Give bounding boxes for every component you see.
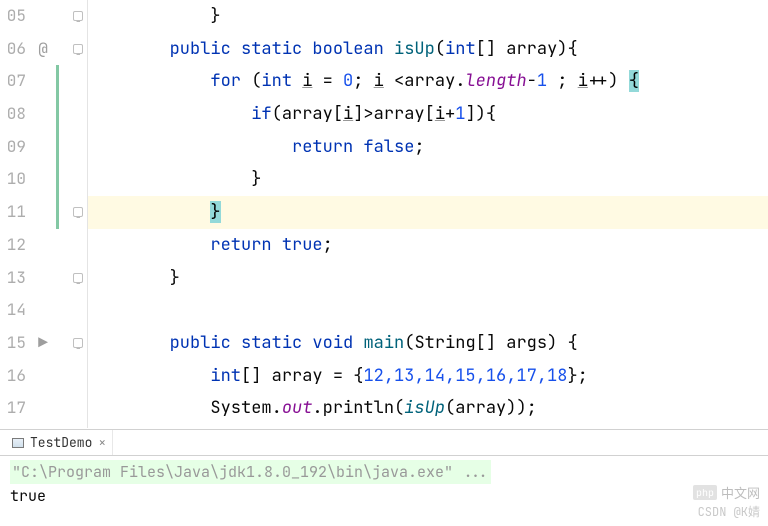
line-number: 06 — [0, 33, 26, 66]
code-line[interactable]: System.out.println(isUp(array)); — [88, 392, 768, 425]
fold-icon[interactable] — [73, 207, 83, 217]
code-line[interactable]: public static boolean isUp(int[] array){ — [88, 33, 768, 66]
vcs-change-marker — [56, 196, 59, 229]
code-line[interactable]: } — [88, 0, 768, 33]
fold-icon[interactable] — [73, 11, 83, 21]
code-line[interactable]: } — [88, 163, 768, 196]
close-icon[interactable]: × — [98, 434, 106, 451]
console-output[interactable]: "C:\Program Files\Java\jdk1.8.0_192\bin\… — [0, 456, 768, 512]
line-number: 05 — [0, 0, 26, 33]
line-number: 17 — [0, 392, 26, 425]
code-line[interactable]: } — [88, 196, 768, 229]
vcs-change-marker — [56, 65, 59, 98]
line-number: 11 — [0, 196, 26, 229]
fold-icon[interactable] — [73, 273, 83, 283]
code-line[interactable]: public static void main(String[] args) { — [88, 327, 768, 360]
run-tab-label: TestDemo — [30, 434, 92, 451]
run-tabs: TestDemo × — [0, 430, 768, 456]
override-icon[interactable]: @ — [30, 33, 56, 66]
run-gutter-icon[interactable]: ▶ — [30, 327, 56, 360]
console-stdout: true — [10, 486, 46, 506]
watermark-logo: php — [693, 485, 717, 500]
code-line[interactable]: if(array[i]>array[i+1]){ — [88, 98, 768, 131]
annotation-gutter: @ ▶ — [30, 0, 56, 428]
code-line[interactable]: return false; — [88, 131, 768, 164]
watermark-text: 中文网 — [721, 483, 760, 502]
line-number: 14 — [0, 294, 26, 327]
code-line[interactable] — [88, 294, 768, 327]
fold-icon[interactable] — [73, 338, 83, 348]
code-line[interactable]: return true; — [88, 229, 768, 262]
csdn-watermark: CSDN @K婧 — [698, 503, 760, 520]
code-area[interactable]: } public static boolean isUp(int[] array… — [88, 0, 768, 428]
line-number: 08 — [0, 98, 26, 131]
vcs-change-marker — [56, 131, 59, 164]
line-number: 09 — [0, 131, 26, 164]
line-number: 15 — [0, 327, 26, 360]
fold-gutter — [68, 0, 88, 428]
line-number: 07 — [0, 65, 26, 98]
line-number: 16 — [0, 360, 26, 393]
code-line[interactable]: } — [88, 262, 768, 295]
console-command: "C:\Program Files\Java\jdk1.8.0_192\bin\… — [10, 460, 491, 484]
run-tool-window[interactable]: TestDemo × "C:\Program Files\Java\jdk1.8… — [0, 429, 768, 526]
line-number: 10 — [0, 163, 26, 196]
fold-icon[interactable] — [73, 44, 83, 54]
code-line[interactable]: int[] array = {12,13,14,15,16,17,18}; — [88, 360, 768, 393]
run-tab[interactable]: TestDemo × — [6, 430, 113, 455]
code-line[interactable]: for (int i = 0; i <array.length-1 ; i++)… — [88, 65, 768, 98]
vcs-change-marker — [56, 98, 59, 131]
watermark: php 中文网 — [693, 483, 760, 502]
line-number: 13 — [0, 262, 26, 295]
vcs-gutter — [56, 0, 68, 428]
run-config-icon — [12, 438, 24, 448]
code-editor[interactable]: 05 06 07 08 09 10 11 12 13 14 15 16 17 @… — [0, 0, 768, 428]
vcs-change-marker — [56, 163, 59, 196]
line-number-gutter: 05 06 07 08 09 10 11 12 13 14 15 16 17 — [0, 0, 30, 428]
line-number: 12 — [0, 229, 26, 262]
